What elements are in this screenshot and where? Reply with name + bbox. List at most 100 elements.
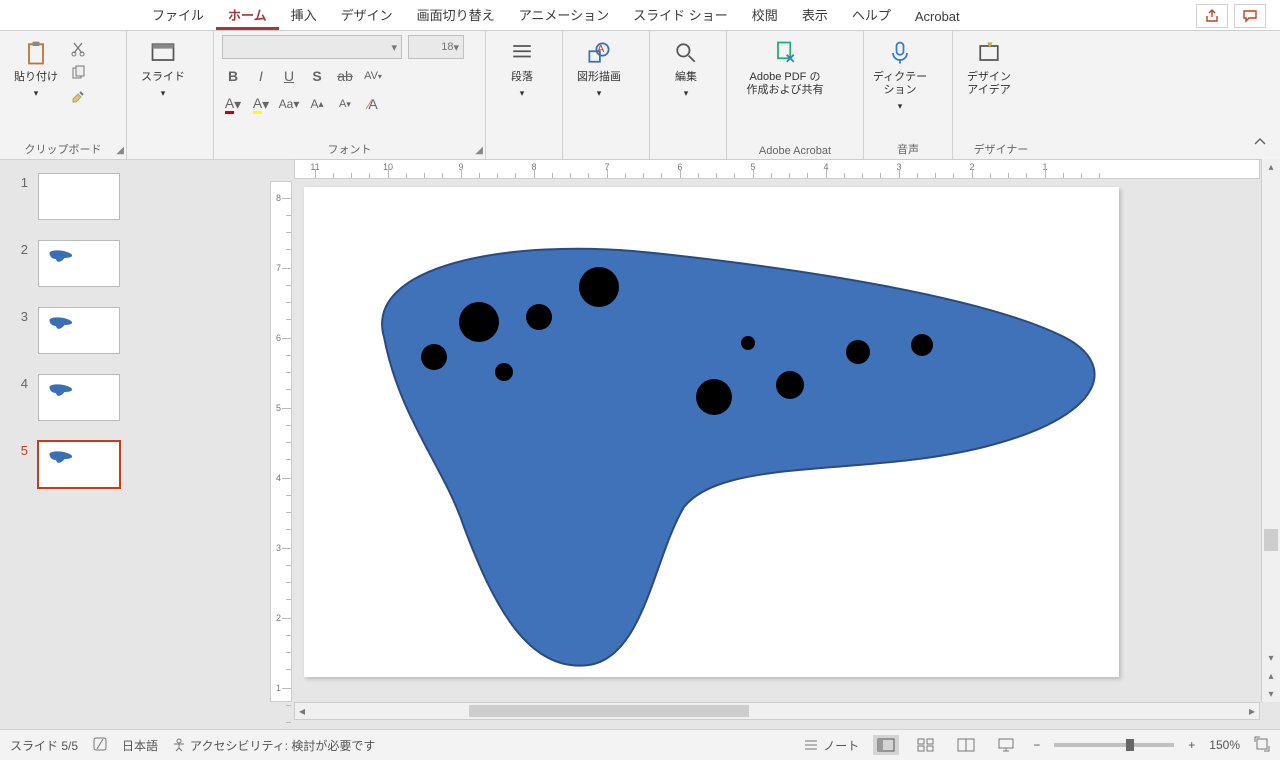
tab-design[interactable]: デザイン	[329, 0, 405, 30]
reading-view-button[interactable]	[953, 735, 979, 755]
group-voice: ディクテー ション▾ 音声	[864, 31, 953, 159]
pdf-icon	[771, 39, 799, 67]
group-editing: 編集▾	[650, 31, 727, 159]
underline-button[interactable]: U	[278, 65, 300, 87]
slide-thumb-1[interactable]	[38, 173, 120, 220]
status-bar: スライド 5/5 日本語 アクセシビリティ: 検討が必要です ノート − + 1…	[0, 729, 1280, 760]
tab-insert[interactable]: 挿入	[279, 0, 329, 30]
italic-button[interactable]: I	[250, 65, 272, 87]
ribbon: 貼り付け▾ クリップボード◢ スライド▾ ▾ 18 ▾ B	[0, 31, 1280, 160]
design-ideas-icon	[975, 39, 1003, 67]
tab-view[interactable]: 表示	[790, 0, 840, 30]
slide-thumb-3[interactable]	[38, 307, 120, 354]
slide-icon	[149, 39, 177, 67]
clipboard-dialog-launcher[interactable]: ◢	[116, 145, 124, 156]
group-paragraph: 段落▾	[486, 31, 563, 159]
design-ideas-button[interactable]: デザイン アイデア	[961, 35, 1017, 97]
scroll-thumb[interactable]	[1264, 529, 1278, 551]
bold-button[interactable]: B	[222, 65, 244, 87]
font-color-button[interactable]: A▾	[222, 93, 244, 115]
shadow-button[interactable]: S	[306, 65, 328, 87]
group-slides: スライド▾	[127, 31, 214, 159]
notes-button[interactable]: ノート	[803, 737, 859, 754]
scroll-up-button[interactable]: ▴	[1262, 159, 1280, 175]
horizontal-ruler[interactable]: 1110987654321	[294, 159, 1260, 179]
acrobat-pdf-button[interactable]: Adobe PDF の 作成および共有	[735, 35, 835, 97]
group-designer: デザイン アイデア デザイナー	[953, 31, 1049, 159]
microphone-icon	[886, 39, 914, 67]
zoom-in-button[interactable]: +	[1188, 738, 1195, 752]
workspace: 1 2 3 4 5 1110987654321 87654321	[0, 159, 1280, 730]
scroll-left-button[interactable]: ◂	[295, 704, 309, 718]
tab-transitions[interactable]: 画面切り替え	[405, 0, 507, 30]
editor-area: 1110987654321 87654321	[270, 159, 1280, 730]
slide-panel: 1 2 3 4 5	[0, 159, 270, 730]
next-slide-button[interactable]: ▾	[1262, 686, 1280, 702]
group-acrobat: Adobe PDF の 作成および共有 Adobe Acrobat	[727, 31, 864, 159]
font-family-combo[interactable]: ▾	[222, 35, 402, 59]
tab-file[interactable]: ファイル	[140, 0, 216, 30]
tab-home[interactable]: ホーム	[216, 0, 279, 30]
search-icon	[672, 39, 700, 67]
paragraph-button[interactable]: 段落▾	[494, 35, 550, 99]
slideshow-view-button[interactable]	[993, 735, 1019, 755]
horizontal-scrollbar[interactable]: ◂ ▸	[294, 702, 1260, 720]
tab-acrobat[interactable]: Acrobat	[903, 4, 972, 30]
paste-button[interactable]: 貼り付け▾	[8, 35, 64, 99]
clipboard-icon	[22, 39, 50, 67]
vertical-scrollbar[interactable]: ▴ ▾ ▴ ▾	[1261, 159, 1280, 702]
copy-button[interactable]	[68, 63, 88, 83]
font-dialog-launcher[interactable]: ◢	[475, 145, 483, 156]
zoom-knob[interactable]	[1126, 739, 1134, 751]
zoom-out-button[interactable]: −	[1033, 738, 1040, 752]
slide-thumb-2[interactable]	[38, 240, 120, 287]
slide-thumb-5[interactable]	[38, 441, 120, 488]
fit-window-button[interactable]	[1254, 736, 1270, 755]
slide-canvas-viewport[interactable]	[294, 181, 1260, 702]
cut-button[interactable]	[68, 39, 88, 59]
tab-help[interactable]: ヘルプ	[840, 0, 903, 30]
shapes-icon: A	[585, 39, 613, 67]
dictation-button[interactable]: ディクテー ション▾	[872, 35, 928, 112]
hscroll-thumb[interactable]	[469, 705, 749, 717]
normal-view-button[interactable]	[873, 735, 899, 755]
slide-thumb-4[interactable]	[38, 374, 120, 421]
accessibility-status[interactable]: アクセシビリティ: 検討が必要です	[172, 737, 375, 754]
spellcheck-icon[interactable]	[92, 736, 108, 755]
font-size-combo[interactable]: 18 ▾	[408, 35, 464, 59]
ocarina-shape[interactable]	[304, 187, 1119, 677]
sorter-view-button[interactable]	[913, 735, 939, 755]
clear-format-button[interactable]: A∕	[362, 93, 384, 115]
highlight-button[interactable]: A▾	[250, 93, 272, 115]
share-button[interactable]	[1196, 4, 1228, 28]
slide-canvas[interactable]	[304, 187, 1119, 677]
char-spacing-button[interactable]: AV▾	[362, 65, 384, 87]
tab-slideshow[interactable]: スライド ショー	[621, 0, 740, 30]
strikethrough-button[interactable]: ab	[334, 65, 356, 87]
group-font: ▾ 18 ▾ B I U S ab AV▾ A▾ A▾ Aa▾ A▴ A▾ A∕…	[214, 31, 486, 159]
shrink-font-button[interactable]: A▾	[334, 93, 356, 115]
vertical-ruler[interactable]: 87654321	[270, 181, 292, 702]
comments-button[interactable]	[1234, 4, 1266, 28]
grow-font-button[interactable]: A▴	[306, 93, 328, 115]
zoom-slider[interactable]	[1054, 743, 1174, 747]
paragraph-icon	[508, 39, 536, 67]
slide-counter[interactable]: スライド 5/5	[10, 737, 78, 754]
drawing-button[interactable]: A 図形描画▾	[571, 35, 627, 99]
group-drawing: A 図形描画▾	[563, 31, 650, 159]
tab-review[interactable]: 校閲	[740, 0, 790, 30]
format-painter-button[interactable]	[68, 87, 88, 107]
ribbon-tabstrip: ファイル ホーム 挿入 デザイン 画面切り替え アニメーション スライド ショー…	[0, 0, 1280, 31]
tab-animations[interactable]: アニメーション	[507, 0, 621, 30]
editing-button[interactable]: 編集▾	[658, 35, 714, 99]
slides-button[interactable]: スライド▾	[135, 35, 191, 99]
scroll-right-button[interactable]: ▸	[1245, 704, 1259, 718]
svg-text:A: A	[597, 43, 604, 55]
zoom-level[interactable]: 150%	[1209, 738, 1240, 752]
scroll-down-button[interactable]: ▾	[1262, 650, 1280, 666]
language-status[interactable]: 日本語	[122, 737, 158, 754]
change-case-button[interactable]: Aa▾	[278, 93, 300, 115]
prev-slide-button[interactable]: ▴	[1262, 668, 1280, 684]
group-clipboard: 貼り付け▾ クリップボード◢	[0, 31, 127, 159]
collapse-ribbon-button[interactable]	[1252, 134, 1268, 153]
